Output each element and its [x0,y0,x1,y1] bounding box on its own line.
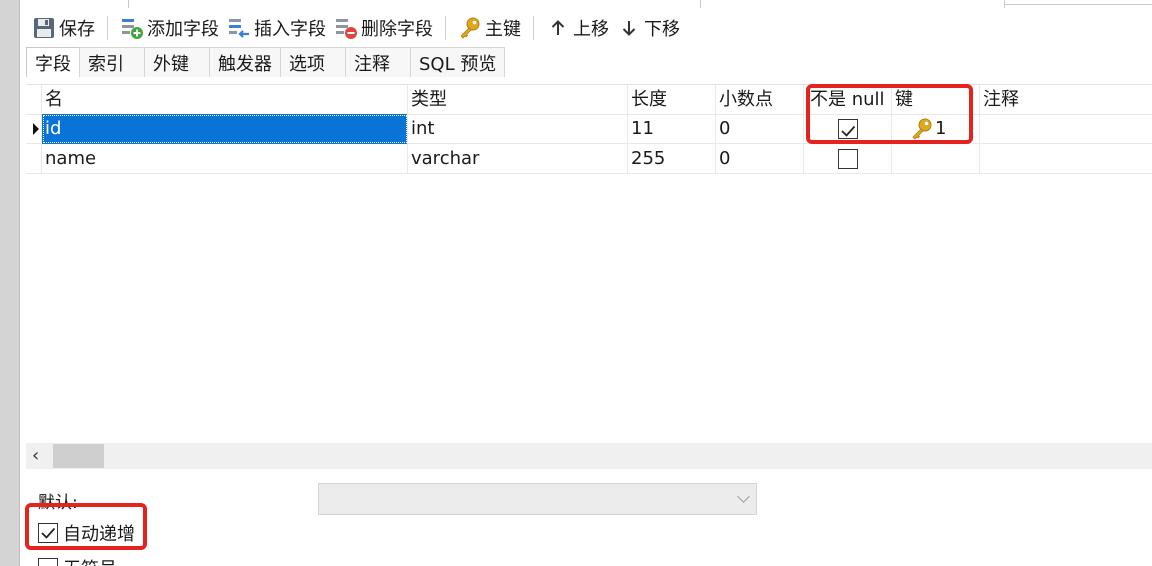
delete-field-label: 删除字段 [361,19,433,40]
add-field-button[interactable]: 添加字段 [116,13,223,43]
toolbar: 保存 添加字段 插入字段 删除字段 主键 上移 下移 [20,10,1152,46]
left-panel-edge [0,0,20,566]
delete-field-button[interactable]: 删除字段 [330,13,437,43]
cell-type[interactable]: varchar [408,144,628,174]
insert-field-icon [227,16,251,40]
insert-field-button[interactable]: 插入字段 [223,13,330,43]
toolbar-separator [107,16,108,40]
cell-name[interactable]: id [42,114,408,144]
move-up-label: 上移 [573,19,609,40]
column-header-comment[interactable]: 注释 [980,85,1152,115]
cell-length[interactable]: 11 [628,114,716,144]
save-label: 保存 [59,19,95,40]
delete-field-icon [334,16,358,40]
fields-grid: 名 类型 长度 小数点 不是 null 键 注释 id int 11 0 1 n… [26,84,1152,442]
move-down-label: 下移 [644,19,680,40]
move-up-button[interactable]: 上移 [542,13,613,43]
table-row[interactable]: name varchar 255 0 [26,144,1152,174]
chevron-down-icon [737,490,750,503]
add-field-label: 添加字段 [147,19,219,40]
highlight-box-auto-increment [25,503,147,550]
cell-name[interactable]: name [42,144,408,174]
arrow-down-icon [617,16,641,40]
tab-fields[interactable]: 字段 [26,47,80,77]
table-row[interactable]: id int 11 0 1 [26,114,1152,144]
window-top-edge [20,0,1152,8]
column-header-decimals[interactable]: 小数点 [716,85,804,115]
default-value-select[interactable] [318,483,757,515]
arrow-up-icon [546,16,570,40]
tab-sql-preview[interactable]: SQL 预览 [410,47,506,77]
tab-triggers[interactable]: 触发器 [209,47,281,77]
cell-decimals[interactable]: 0 [716,114,804,144]
primary-key-button[interactable]: 主键 [454,13,525,43]
grid-header: 名 类型 长度 小数点 不是 null 键 注释 [26,85,1152,115]
unsigned-label: 无符号 [63,555,117,566]
toolbar-separator [445,16,446,40]
tab-indexes[interactable]: 索引 [79,47,145,77]
move-down-button[interactable]: 下移 [613,13,684,43]
key-icon [458,16,482,40]
save-button[interactable]: 保存 [28,13,99,43]
toolbar-separator [533,16,534,40]
column-header-type[interactable]: 类型 [408,85,628,115]
row-indicator [26,144,42,174]
column-header-length[interactable]: 长度 [628,85,716,115]
cell-length[interactable]: 255 [628,144,716,174]
header-indicator-cell [26,85,42,115]
tab-options[interactable]: 选项 [280,47,346,77]
unsigned-option[interactable]: 无符号 [38,556,117,566]
cell-decimals[interactable]: 0 [716,144,804,174]
tab-comment[interactable]: 注释 [345,47,411,77]
current-row-arrow-icon [33,123,39,135]
cell-comment[interactable] [980,114,1152,144]
cell-key[interactable] [892,144,980,174]
not-null-checkbox[interactable] [838,149,858,169]
unsigned-checkbox[interactable] [38,558,58,566]
floppy-disk-icon [32,16,56,40]
cell-type[interactable]: int [408,114,628,144]
horizontal-scrollbar[interactable]: ‹ [26,443,1152,469]
add-field-icon [120,16,144,40]
tab-bar: 字段 索引 外键 触发器 选项 注释 SQL 预览 [26,47,506,77]
row-indicator [26,114,42,144]
field-properties-panel: 默认: 自动递增 无符号 [26,470,1152,566]
cell-comment[interactable] [980,144,1152,174]
cell-not-null[interactable] [804,144,892,174]
highlight-box-not-null-key [806,84,973,144]
scrollbar-thumb[interactable] [53,444,104,468]
scroll-left-arrow-icon[interactable]: ‹ [32,446,52,466]
column-header-name[interactable]: 名 [42,85,408,115]
tab-foreign-keys[interactable]: 外键 [144,47,210,77]
primary-key-label: 主键 [485,19,521,40]
insert-field-label: 插入字段 [254,19,326,40]
